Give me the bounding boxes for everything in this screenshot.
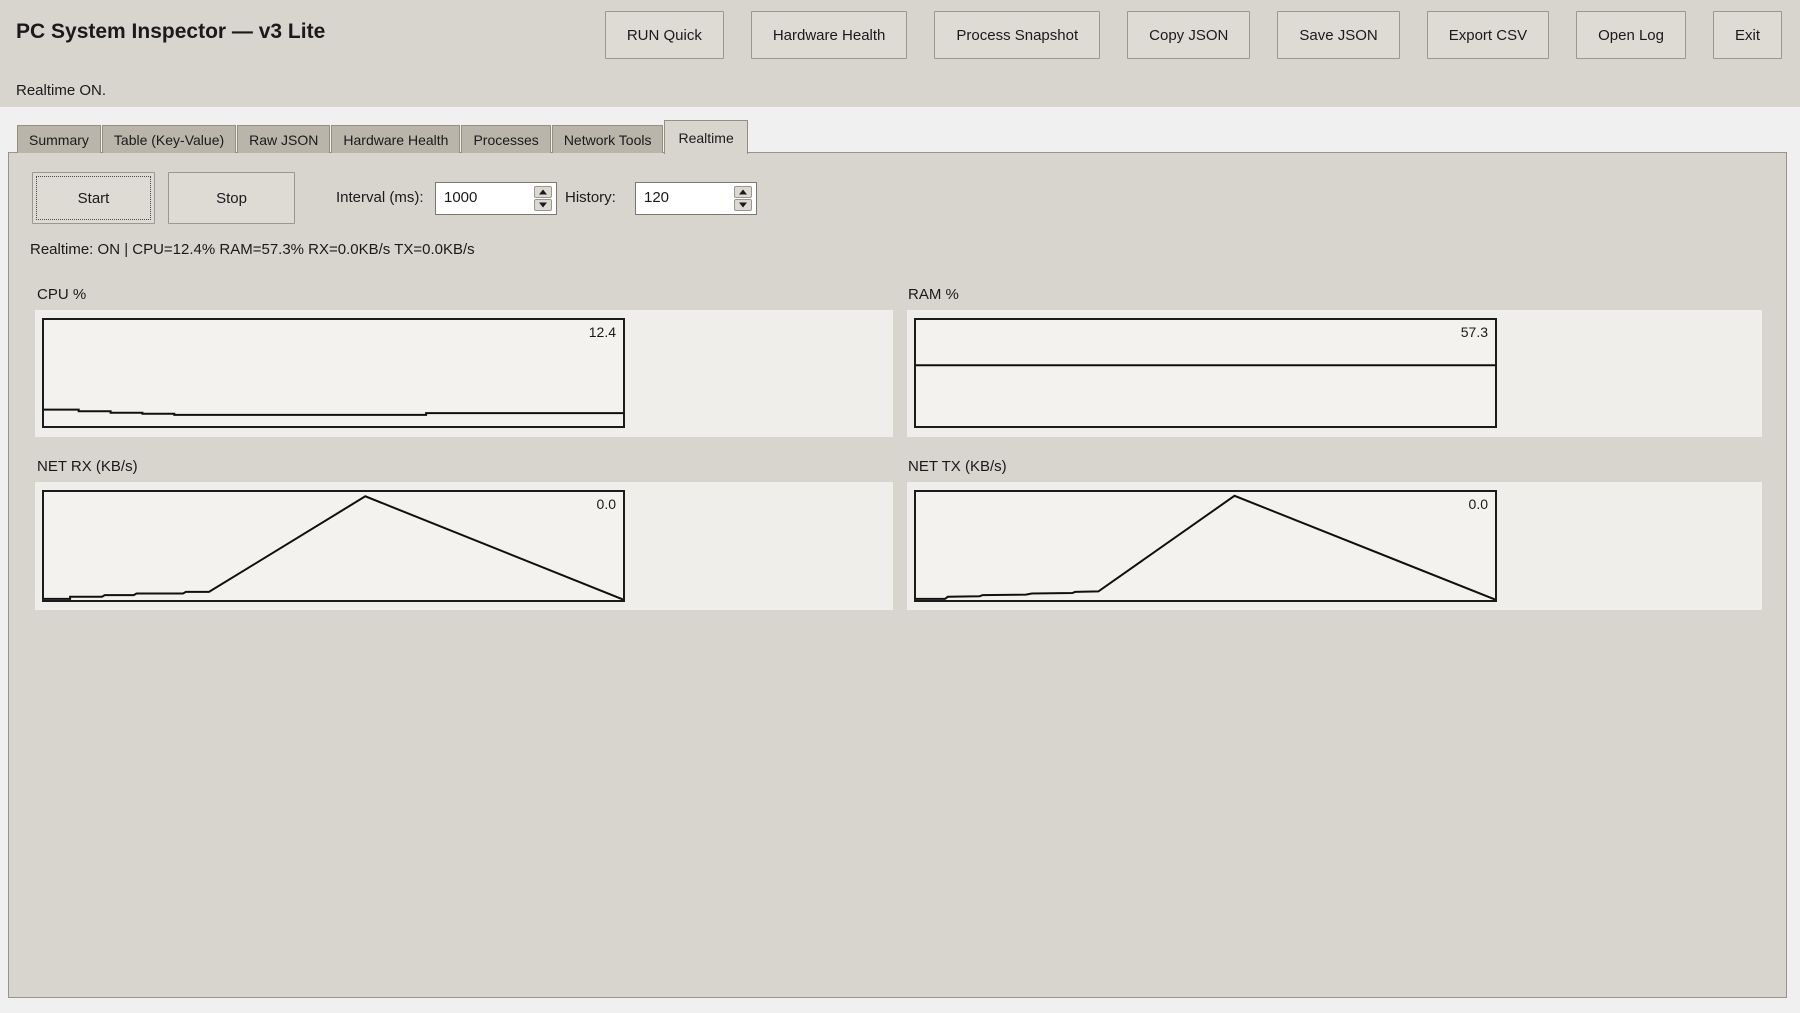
top-status-text: Realtime ON.: [16, 82, 106, 99]
ram-chart-label: RAM %: [908, 286, 959, 303]
start-button[interactable]: Start: [32, 172, 155, 224]
tab-bar: Summary Table (Key-Value) Raw JSON Hardw…: [8, 119, 1787, 153]
net-tx-line-chart: [916, 492, 1495, 600]
copy-json-button[interactable]: Copy JSON: [1127, 11, 1250, 59]
realtime-tab-pane: Start Stop Interval (ms): 1000 History: …: [8, 152, 1787, 998]
interval-spinbox[interactable]: 1000: [435, 182, 557, 215]
header: PC System Inspector — v3 Lite RUN Quick …: [0, 0, 1800, 107]
notebook: Summary Table (Key-Value) Raw JSON Hardw…: [8, 119, 1787, 997]
tab-processes[interactable]: Processes: [461, 125, 550, 153]
spin-down-icon[interactable]: [734, 199, 752, 211]
realtime-status-text: Realtime: ON | CPU=12.4% RAM=57.3% RX=0.…: [30, 241, 475, 258]
save-json-button[interactable]: Save JSON: [1277, 11, 1399, 59]
cpu-chart-panel: 12.4: [35, 310, 893, 437]
ram-chart-panel: 57.3: [907, 310, 1762, 437]
spin-down-icon[interactable]: [534, 199, 552, 211]
history-spin-arrows: [734, 186, 752, 211]
net-rx-chart-label: NET RX (KB/s): [37, 458, 138, 475]
hardware-health-button[interactable]: Hardware Health: [751, 11, 908, 59]
interval-value[interactable]: 1000: [444, 189, 477, 206]
ram-line-chart: [916, 320, 1495, 426]
net-tx-current-value: 0.0: [1469, 496, 1488, 512]
cpu-chart-canvas: 12.4: [42, 318, 625, 428]
net-tx-chart-canvas: 0.0: [914, 490, 1497, 602]
net-tx-chart-label: NET TX (KB/s): [908, 458, 1007, 475]
net-rx-chart-canvas: 0.0: [42, 490, 625, 602]
spin-up-icon[interactable]: [534, 186, 552, 198]
interval-label: Interval (ms):: [336, 189, 424, 206]
app-window: PC System Inspector — v3 Lite RUN Quick …: [0, 0, 1800, 1013]
cpu-line-chart: [44, 320, 623, 426]
export-csv-button[interactable]: Export CSV: [1427, 11, 1549, 59]
ram-chart-canvas: 57.3: [914, 318, 1497, 428]
exit-button[interactable]: Exit: [1713, 11, 1782, 59]
interval-spin-arrows: [534, 186, 552, 211]
cpu-current-value: 12.4: [589, 324, 616, 340]
net-rx-current-value: 0.0: [597, 496, 616, 512]
spin-up-icon[interactable]: [734, 186, 752, 198]
history-label: History:: [565, 189, 616, 206]
tab-network-tools[interactable]: Network Tools: [552, 125, 664, 153]
open-log-button[interactable]: Open Log: [1576, 11, 1686, 59]
process-snapshot-button[interactable]: Process Snapshot: [934, 11, 1100, 59]
history-spinbox[interactable]: 120: [635, 182, 757, 215]
app-title: PC System Inspector — v3 Lite: [16, 20, 325, 44]
tab-summary[interactable]: Summary: [17, 125, 101, 153]
ram-current-value: 57.3: [1461, 324, 1488, 340]
tab-raw-json[interactable]: Raw JSON: [237, 125, 330, 153]
net-tx-chart-panel: 0.0: [907, 482, 1762, 610]
toolbar: RUN Quick Hardware Health Process Snapsh…: [605, 11, 1782, 59]
history-value[interactable]: 120: [644, 189, 669, 206]
tab-realtime[interactable]: Realtime: [664, 120, 747, 154]
stop-button[interactable]: Stop: [168, 172, 295, 224]
net-rx-line-chart: [44, 492, 623, 600]
tab-hardware-health[interactable]: Hardware Health: [331, 125, 460, 153]
run-quick-button[interactable]: RUN Quick: [605, 11, 724, 59]
net-rx-chart-panel: 0.0: [35, 482, 893, 610]
tab-table-key-value[interactable]: Table (Key-Value): [102, 125, 236, 153]
cpu-chart-label: CPU %: [37, 286, 86, 303]
